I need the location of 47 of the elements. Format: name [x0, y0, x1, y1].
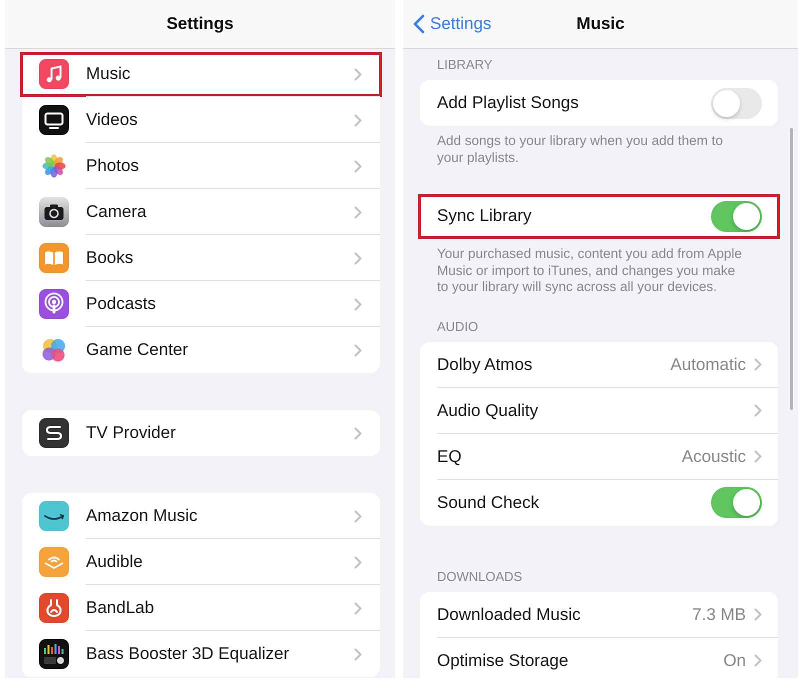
chevron-icon	[354, 648, 362, 660]
chevron-icon	[354, 68, 362, 80]
chevron-icon	[354, 160, 362, 172]
row-label: Sound Check	[437, 492, 540, 512]
s-curve-icon	[39, 418, 69, 448]
flask-icon	[39, 593, 69, 623]
section-header: LIBRARY	[436, 56, 494, 74]
back-button[interactable]: Settings	[403, 14, 492, 34]
chevron-icon	[354, 344, 362, 356]
camera-icon	[39, 197, 69, 227]
row-value: Acoustic	[682, 446, 746, 466]
arcs-icon	[39, 547, 69, 577]
chevron-icon	[354, 426, 362, 440]
chevron-icon	[754, 358, 762, 371]
smile-curve-icon	[39, 501, 69, 531]
chevron-icon	[354, 114, 362, 126]
book-icon	[39, 243, 69, 273]
chevron-icon	[754, 654, 762, 667]
section-footer: Add songs to your library when you add them to your playlists.	[420, 126, 778, 166]
back-chevron-icon	[413, 14, 425, 34]
toggle-switch[interactable]	[711, 200, 762, 232]
music-note-icon	[39, 59, 69, 89]
nav-title: Music	[576, 14, 625, 34]
chevron-icon	[754, 608, 762, 621]
nav-title: Settings	[166, 14, 234, 34]
chevron-icon	[354, 602, 362, 614]
row-label: Sync Library	[437, 206, 532, 226]
chevron-icon	[354, 298, 362, 310]
settings-row[interactable]: Music	[22, 51, 380, 97]
toggle-switch[interactable]	[711, 487, 762, 518]
chevron-icon	[754, 404, 762, 417]
row-value: Automatic	[670, 354, 746, 374]
chevron-icon	[354, 252, 362, 264]
section-footer: Your purchased music, content you add from Apple Music or import to iTunes, and changes you make to your library will sync across all your devices.	[420, 239, 778, 296]
equalizer-icon	[39, 639, 69, 669]
section-header: AUDIO	[436, 318, 480, 336]
row-value: 7.3 MB	[692, 604, 746, 624]
toggle-switch[interactable]	[711, 88, 762, 118]
chevron-icon	[354, 556, 362, 568]
chevron-icon	[354, 510, 362, 522]
chevron-icon	[754, 450, 762, 463]
row-value: On	[723, 650, 746, 670]
tv-icon	[39, 105, 69, 135]
podcast-icon	[39, 289, 69, 319]
row-label: Add Playlist Songs	[437, 93, 579, 113]
section-header: DOWNLOADS	[436, 568, 524, 586]
chevron-icon	[354, 206, 362, 218]
